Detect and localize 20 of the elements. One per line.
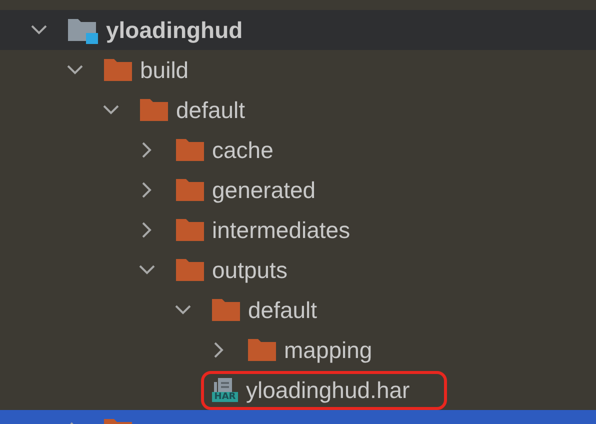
tree-item-label[interactable]: intermediates <box>212 216 350 244</box>
tree-item-label[interactable]: outputs <box>212 256 288 284</box>
tree-item-label[interactable]: mapping <box>284 336 372 364</box>
folder-icon <box>212 299 240 321</box>
tree-item-label[interactable]: cache <box>212 136 274 164</box>
tree-item-label[interactable]: default <box>248 296 318 324</box>
tree-item-label[interactable]: yloadinghud.har <box>246 376 410 404</box>
folder-icon <box>248 339 276 361</box>
module-folder-icon <box>68 16 98 44</box>
tree-item-label[interactable]: yloadinghud <box>106 16 243 44</box>
folder-icon <box>140 99 168 121</box>
tree-item-label[interactable]: default <box>176 96 246 124</box>
folder-icon <box>176 139 204 161</box>
file-type-label: HAR <box>212 392 238 402</box>
folder-icon <box>176 179 204 201</box>
folder-icon <box>104 59 132 81</box>
folder-icon <box>176 219 204 241</box>
folder-icon <box>176 259 204 281</box>
tree-item-label[interactable]: build <box>140 56 189 84</box>
tree-item-label[interactable]: generated <box>212 176 316 204</box>
